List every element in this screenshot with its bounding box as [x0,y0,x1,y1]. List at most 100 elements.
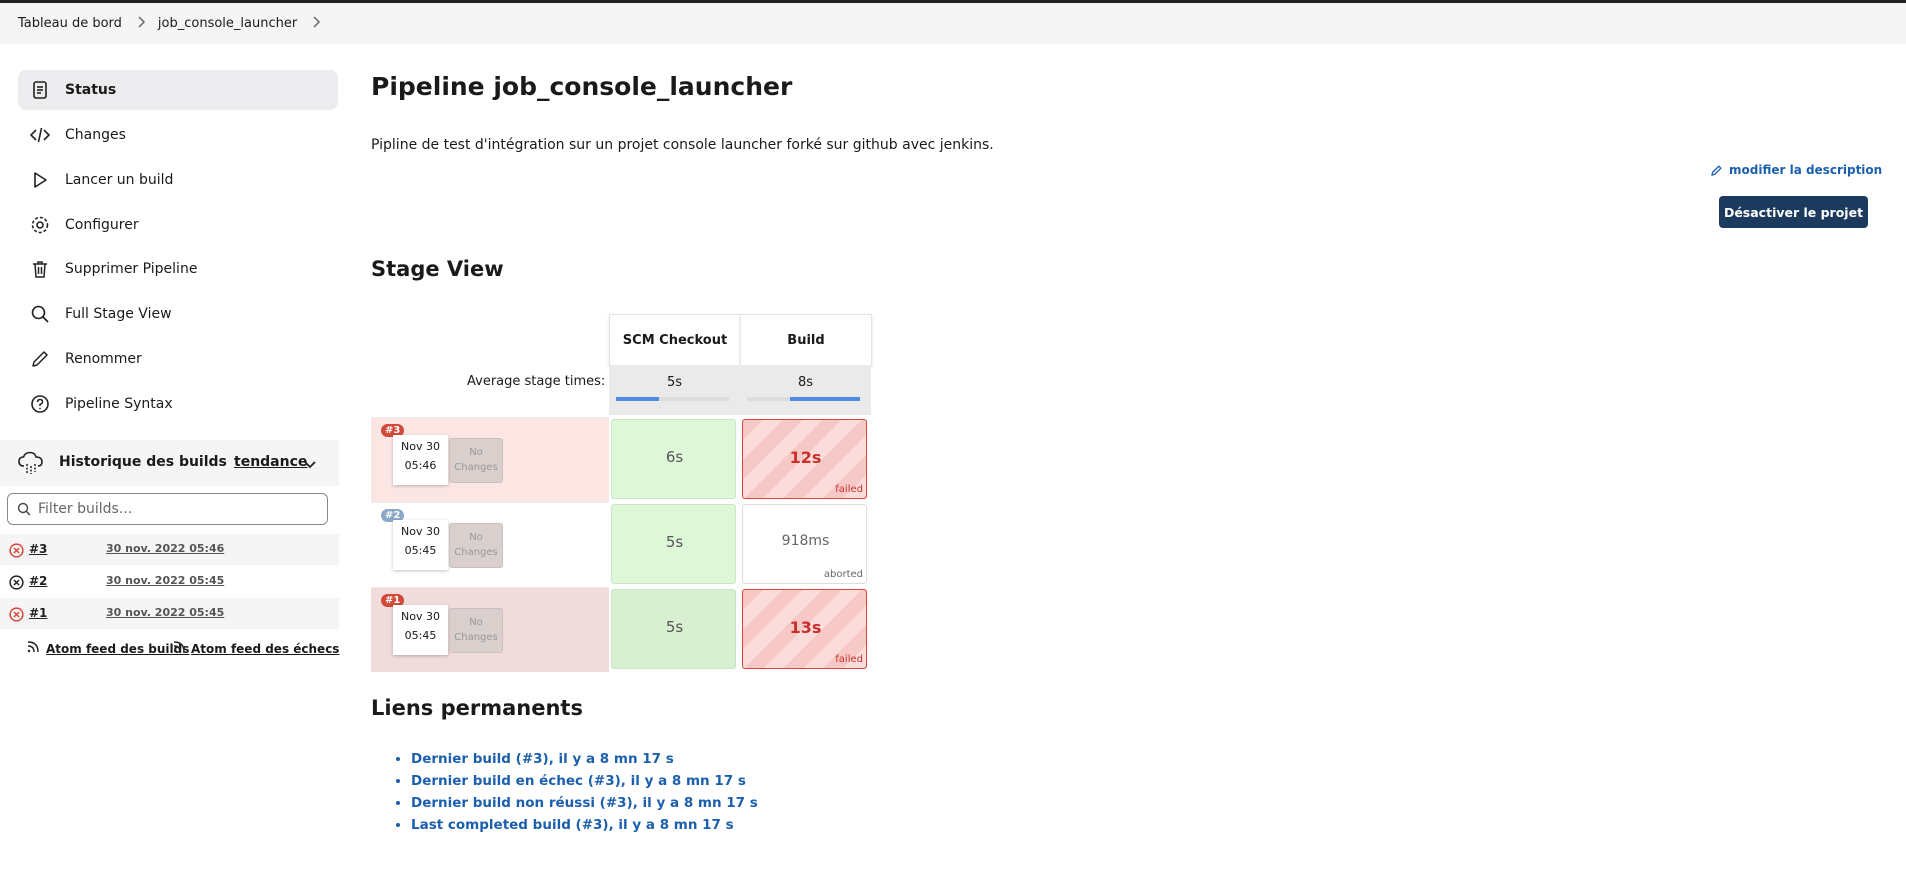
stage-view-table: SCM Checkout Build Average stage times: … [371,314,872,674]
code-icon [30,127,50,143]
build-date: Nov 30 [401,525,440,538]
permalink-last-unsuccessful[interactable]: Dernier build non réussi (#3), il y a 8 … [411,795,758,811]
avg-progress-track [616,397,729,401]
build-date-box: Nov 30 05:45 [393,520,448,570]
sidebar-item-label: Supprimer Pipeline [65,261,198,277]
no-changes-label: No Changes [454,532,498,558]
sidebar-item-full-stage-view[interactable]: Full Stage View [18,294,338,334]
permalinks-title: Liens permanents [371,696,583,720]
stage-cell[interactable]: 6s [611,419,736,499]
sidebar-item-label: Renommer [65,351,142,367]
build-number-link[interactable]: #2 [29,574,47,588]
sidebar-item-label: Lancer un build [65,172,174,188]
sidebar-item-label: Full Stage View [65,306,172,322]
stage-status-tag: failed [835,654,863,665]
status-icon [33,81,47,99]
stage-duration: 918ms [781,533,830,549]
pencil-icon [1711,165,1722,176]
sidebar-item-delete[interactable]: Supprimer Pipeline [18,249,338,289]
filter-builds-input[interactable]: Filter builds... [7,493,328,525]
sidebar-item-label: Configurer [65,217,139,233]
stage-view-title: Stage View [371,257,504,281]
play-icon [34,172,47,188]
sidebar-item-configure[interactable]: Configurer [18,205,338,245]
breadcrumb: Tableau de bord job_console_launcher [0,3,1906,44]
permalink-last-build[interactable]: Dernier build (#3), il y a 8 mn 17 s [411,751,758,767]
build-date-link[interactable]: 30 nov. 2022 05:46 [106,542,224,555]
stage-duration: 13s [789,618,822,637]
build-time: 05:45 [404,629,437,642]
trash-icon [33,261,47,278]
atom-feed-failures-link[interactable]: Atom feed des échecs [191,642,339,656]
stage-header-build: Build [740,314,872,366]
filter-placeholder: Filter builds... [38,501,133,517]
build-number-link[interactable]: #3 [29,542,47,556]
build-date-link[interactable]: 30 nov. 2022 05:45 [106,606,224,619]
atom-feed-builds-link[interactable]: Atom feed des builds [46,642,189,656]
stage-header-scm: SCM Checkout [609,314,741,366]
project-description: Pipline de test d'intégration sur un pro… [371,137,994,153]
pencil-icon [32,351,48,367]
stage-name: SCM Checkout [622,332,728,348]
build-history-header: Historique des builds tendance [0,440,339,486]
build-date: Nov 30 [401,610,440,623]
build-number-link[interactable]: #1 [29,606,47,620]
stage-cell[interactable]: 13s failed [742,589,867,669]
stage-cell[interactable]: 12s failed [742,419,867,499]
breadcrumb-job[interactable]: job_console_launcher [158,16,297,31]
stage-average-scm: 5s [609,365,740,415]
build-date-link[interactable]: 30 nov. 2022 05:45 [106,574,224,587]
permalink-last-failed[interactable]: Dernier build en échec (#3), il y a 8 mn… [411,773,758,789]
build-date: Nov 30 [401,440,440,453]
build-row: #3 30 nov. 2022 05:46 [0,534,339,565]
sidebar-item-label: Status [65,82,117,98]
stage-duration: 12s [789,448,822,467]
build-time: 05:45 [404,544,437,557]
build-row: #2 30 nov. 2022 05:45 [0,566,339,597]
no-changes-box: No Changes [449,608,503,653]
stage-duration: 5s [665,618,684,636]
stage-duration: 5s [665,533,684,551]
no-changes-label: No Changes [454,617,498,643]
breadcrumb-dashboard[interactable]: Tableau de bord [18,16,122,31]
stage-status-tag: failed [835,484,863,495]
weather-storm-icon [18,451,43,474]
gear-icon [31,216,49,234]
help-icon [31,395,49,413]
stage-cell[interactable]: 5s [611,589,736,669]
avg-progress-fill [616,397,659,401]
sidebar-item-changes[interactable]: Changes [18,115,338,155]
avg-progress-track [747,397,860,401]
stage-cell[interactable]: 5s [611,504,736,584]
search-icon [31,305,49,323]
sidebar-item-label: Changes [65,127,126,143]
sidebar-item-status[interactable]: Status [18,70,338,110]
build-time: 05:46 [404,459,437,472]
no-changes-box: No Changes [449,438,503,483]
failed-status-icon [9,607,24,622]
stage-average-build: 8s [740,365,871,415]
chevron-right-icon[interactable] [311,16,321,31]
permalink-last-completed[interactable]: Last completed build (#3), il y a 8 mn 1… [411,817,758,833]
stage-duration: 6s [665,448,684,466]
sidebar-item-rename[interactable]: Renommer [18,339,338,379]
build-history-title: Historique des builds [59,454,227,470]
rss-icon [27,641,39,653]
stage-average-value: 8s [797,375,814,390]
stage-status-tag: aborted [823,569,863,580]
stage-name: Build [787,332,825,348]
trend-link[interactable]: tendance [234,454,307,470]
failed-status-icon [9,543,24,558]
stage-cell[interactable]: 918ms aborted [742,504,867,584]
disable-project-button[interactable]: Désactiver le projet [1719,196,1868,228]
permalinks-list: Dernier build (#3), il y a 8 mn 17 s Der… [392,751,758,839]
page-title: Pipeline job_console_launcher [371,72,793,101]
aborted-status-icon [9,575,24,590]
rss-icon [173,641,185,653]
sidebar-item-label: Pipeline Syntax [65,396,173,412]
build-date-box: Nov 30 05:46 [393,435,448,485]
sidebar-item-pipeline-syntax[interactable]: Pipeline Syntax [18,384,338,424]
average-stage-times-label: Average stage times: [467,374,606,389]
sidebar-item-build[interactable]: Lancer un build [18,160,338,200]
chevron-down-icon[interactable] [303,460,317,470]
